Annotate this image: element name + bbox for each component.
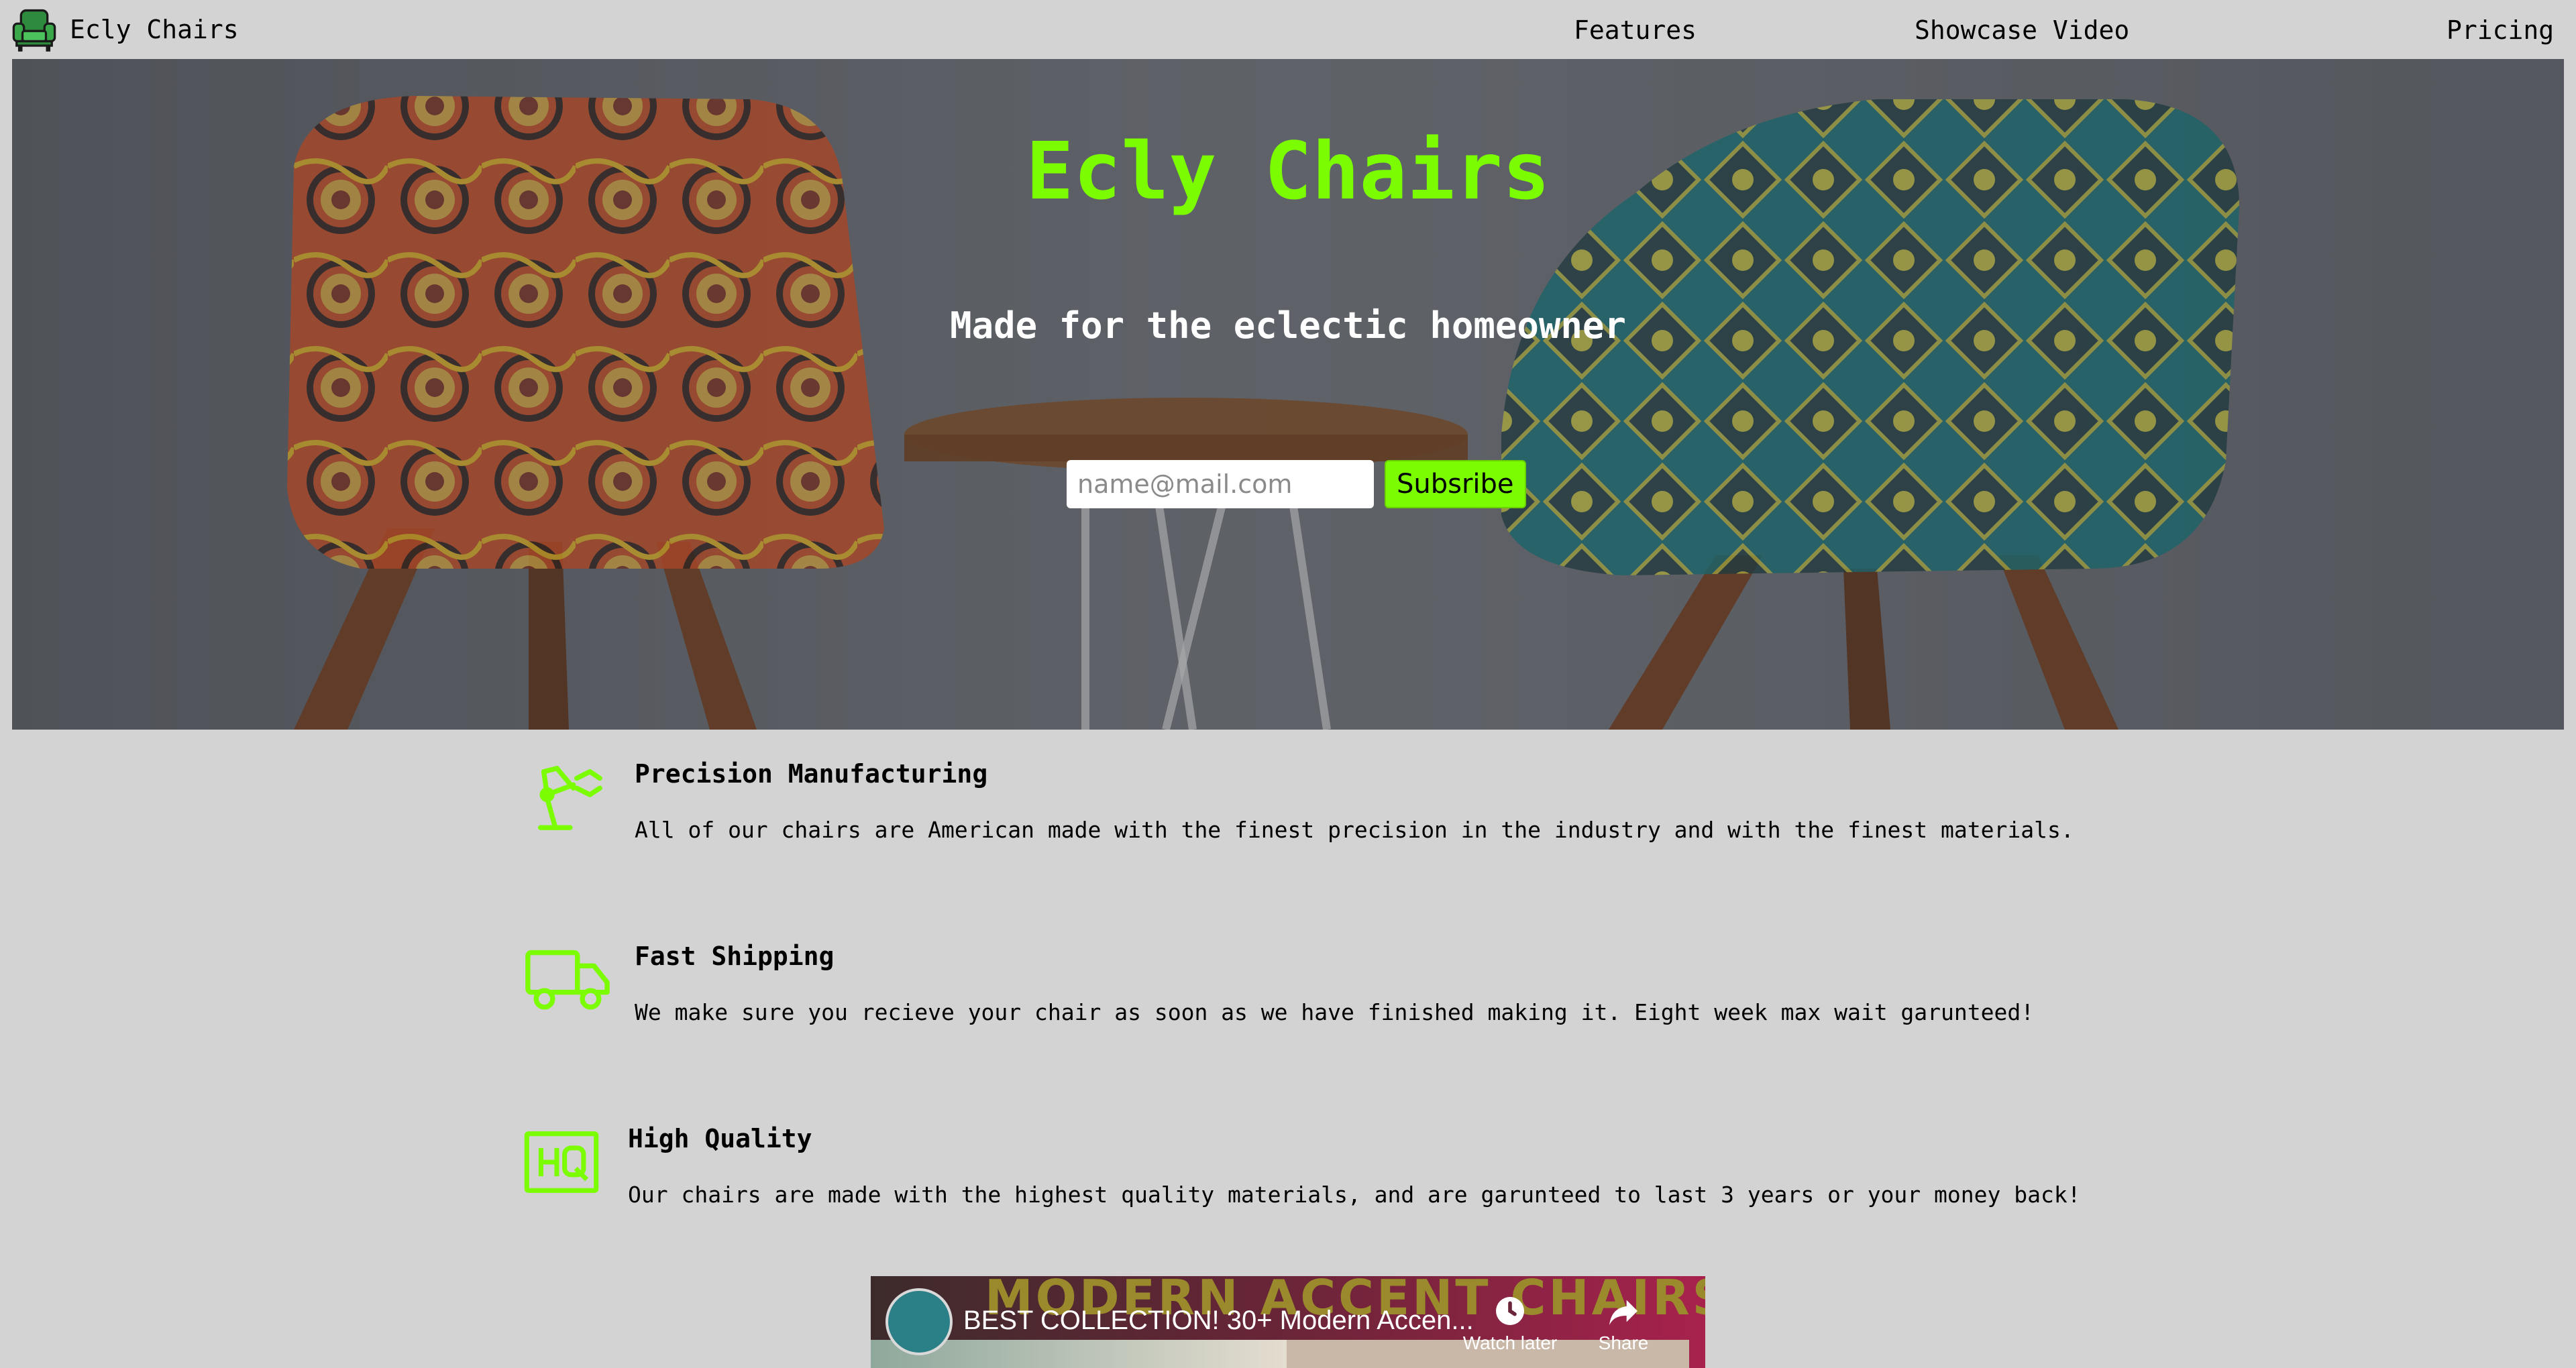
feature-title: Precision Manufacturing [635,759,988,789]
feature-text: We make sure you recieve your chair as s… [635,999,2035,1025]
share-arrow-icon [1609,1300,1638,1325]
nav-link-features[interactable]: Features [1574,0,1697,59]
nav-link-showcase-video[interactable]: Showcase Video [1915,0,2129,59]
feature-text: Our chairs are made with the highest qua… [628,1182,2081,1208]
brand-name: Ecly Chairs [70,15,239,44]
navbar: Ecly Chairs Features Showcase Video Pric… [0,0,2576,59]
watch-later-label: Watch later [1462,1332,1558,1353]
share-button[interactable]: Share [1583,1292,1664,1354]
channel-avatar[interactable] [885,1288,953,1355]
hero-section: Ecly Chairs Made for the eclectic homeow… [12,59,2564,730]
subscribe-form: Subsribe [1067,460,1526,508]
robot-arm-icon [538,766,602,830]
feature-text: All of our chairs are American made with… [635,817,2074,843]
subscribe-button[interactable]: Subsribe [1385,460,1526,508]
armchair-icon [12,9,56,52]
watch-later-button[interactable]: Watch later [1460,1292,1560,1354]
hero-title: Ecly Chairs [1026,125,1550,217]
nav-link-pricing[interactable]: Pricing [2447,0,2554,59]
brand-logo[interactable]: Ecly Chairs [11,0,239,59]
hq-icon [524,1131,599,1193]
email-input[interactable] [1067,460,1374,508]
clock-icon [1496,1297,1524,1325]
showcase-video-embed[interactable]: MODERN ACCENT CHAIRS BEST COLLECTION! 30… [871,1276,1705,1368]
share-label: Share [1598,1332,1649,1353]
feature-title: Fast Shipping [635,942,835,971]
hero-subtitle: Made for the eclectic homeowner [950,304,1626,347]
feature-title: High Quality [628,1124,812,1153]
truck-icon [525,950,610,1010]
video-title[interactable]: BEST COLLECTION! 30+ Modern Accen... [963,1306,1474,1336]
